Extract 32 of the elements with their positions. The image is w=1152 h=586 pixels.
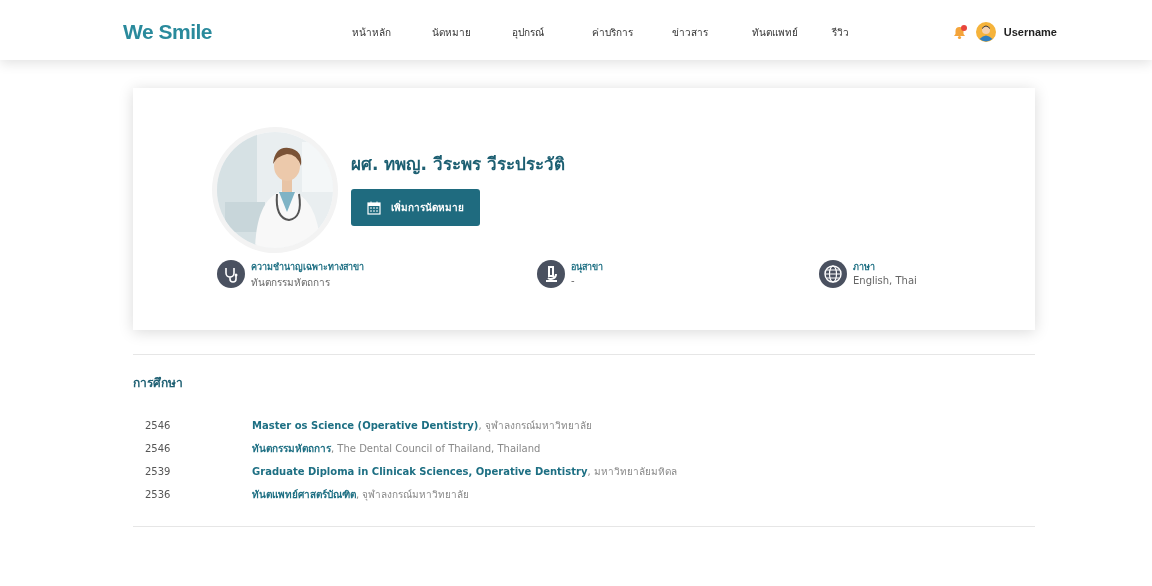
year: 2546 <box>144 420 172 431</box>
nav-link[interactable]: ทันตแพทย์ <box>752 24 832 40</box>
notification-bell-icon[interactable] <box>951 24 968 40</box>
detail-value: English, Thai <box>853 275 917 286</box>
globe-icon <box>819 260 847 288</box>
microscope-icon <box>537 260 565 288</box>
username[interactable]: Username <box>1003 26 1057 38</box>
education-entry: ทันตแพทย์ศาสตร์บัณฑิต, จุฬาลงกรณ์มหาวิทยาลัย <box>252 488 471 502</box>
nav-link[interactable]: ข่าวสาร <box>672 24 752 40</box>
add-appointment-button[interactable]: เพิ่มการนัดหมาย <box>351 189 480 226</box>
detail-value: ทันตกรรมหัตถการ <box>251 276 331 290</box>
year: 2539 <box>144 466 172 477</box>
detail-label: ความชำนาญเฉพาะทางสาขา <box>251 261 364 274</box>
nav-link[interactable]: หน้าหลัก <box>352 24 432 40</box>
section-title: การศึกษา <box>133 375 184 392</box>
education-entry: ทันตกรรมหัตถการ, The Dental Council of Thailand, Thailand <box>252 442 542 456</box>
detail-value: - <box>571 275 576 286</box>
education-entry: Master os Science (Operative Dentistry), จุฬาลงกรณ์มหาวิทยาลัย <box>252 419 593 433</box>
year: 2536 <box>144 489 172 500</box>
detail-label: ภาษา <box>853 261 876 274</box>
avatar-icon[interactable] <box>975 22 996 42</box>
stethoscope-icon <box>217 260 245 288</box>
nav-link[interactable]: รีวิว <box>832 24 912 40</box>
calendar-icon <box>367 200 381 215</box>
nav-link[interactable]: ค่าบริการ <box>592 24 672 40</box>
detail-label: อนุสาขา <box>571 261 603 274</box>
dentist-name: ผศ. ทพญ. วีระพร วีระประวัติ <box>351 153 565 177</box>
nav-link[interactable]: อุปกรณ์ <box>512 24 592 40</box>
nav-link[interactable]: นัดหมาย <box>432 24 512 40</box>
logo[interactable]: We Smile <box>123 20 352 44</box>
education-entry: Graduate Diploma in Clinicak Sciences, Operative Dentistry, มหาวิทยาลัยมหิดล <box>252 465 678 479</box>
year: 2546 <box>144 443 172 454</box>
